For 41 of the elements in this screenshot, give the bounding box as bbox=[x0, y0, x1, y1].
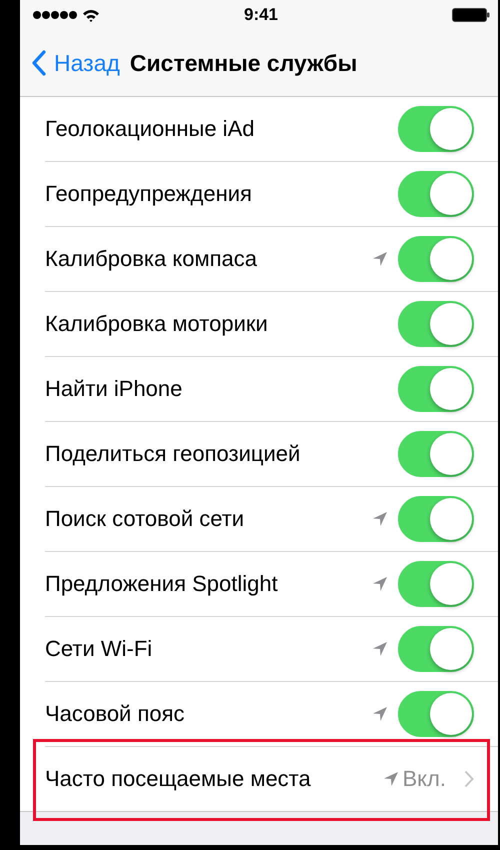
settings-row[interactable]: Часто посещаемые места Вкл. bbox=[45, 747, 498, 811]
settings-row[interactable]: Калибровка моторики bbox=[45, 292, 498, 356]
toggle-switch[interactable] bbox=[398, 236, 474, 282]
toggle-switch[interactable] bbox=[398, 561, 474, 607]
settings-row[interactable]: Калибровка компаса bbox=[45, 227, 498, 291]
settings-row[interactable]: Геопредупреждения bbox=[45, 162, 498, 226]
setting-label: Геопредупреждения bbox=[45, 181, 252, 207]
screen-title: Системные службы bbox=[130, 50, 358, 76]
signal-icon bbox=[32, 10, 78, 20]
settings-row[interactable]: Поиск сотовой сети bbox=[45, 487, 498, 551]
settings-row[interactable]: Предложения Spotlight bbox=[45, 552, 498, 616]
toggle-switch[interactable] bbox=[398, 626, 474, 672]
setting-value: Вкл. bbox=[402, 766, 446, 792]
wifi-icon bbox=[82, 8, 100, 22]
setting-label: Поделиться геопозицией bbox=[45, 441, 300, 467]
setting-label: Калибровка компаса bbox=[45, 246, 258, 272]
setting-label: Часто посещаемые места bbox=[45, 766, 311, 792]
setting-label: Калибровка моторики bbox=[45, 311, 268, 337]
back-button[interactable]: Назад bbox=[32, 50, 120, 76]
setting-label: Сети Wi-Fi bbox=[45, 636, 152, 662]
battery-icon bbox=[452, 8, 490, 22]
toggle-switch[interactable] bbox=[398, 171, 474, 217]
chevron-icon bbox=[464, 770, 474, 788]
settings-row[interactable]: Часовой пояс bbox=[45, 682, 498, 746]
toggle-switch[interactable] bbox=[398, 431, 474, 477]
toggle-switch[interactable] bbox=[398, 106, 474, 152]
settings-row[interactable]: Геолокационные iAd bbox=[45, 97, 498, 161]
settings-row[interactable]: Сети Wi-Fi bbox=[45, 617, 498, 681]
toggle-switch[interactable] bbox=[398, 496, 474, 542]
setting-label: Найти iPhone bbox=[45, 376, 182, 402]
toggle-switch[interactable] bbox=[398, 691, 474, 737]
toggle-switch[interactable] bbox=[398, 301, 474, 347]
setting-label: Предложения Spotlight bbox=[45, 571, 278, 597]
chevron-icon bbox=[32, 50, 46, 76]
setting-label: Поиск сотовой сети bbox=[45, 506, 244, 532]
status-time: 9:41 bbox=[244, 5, 278, 25]
setting-label: Часовой пояс bbox=[45, 701, 185, 727]
settings-row[interactable]: Найти iPhone bbox=[45, 357, 498, 421]
setting-label: Геолокационные iAd bbox=[45, 116, 254, 142]
settings-row[interactable]: Поделиться геопозицией bbox=[45, 422, 498, 486]
toggle-switch[interactable] bbox=[398, 366, 474, 412]
